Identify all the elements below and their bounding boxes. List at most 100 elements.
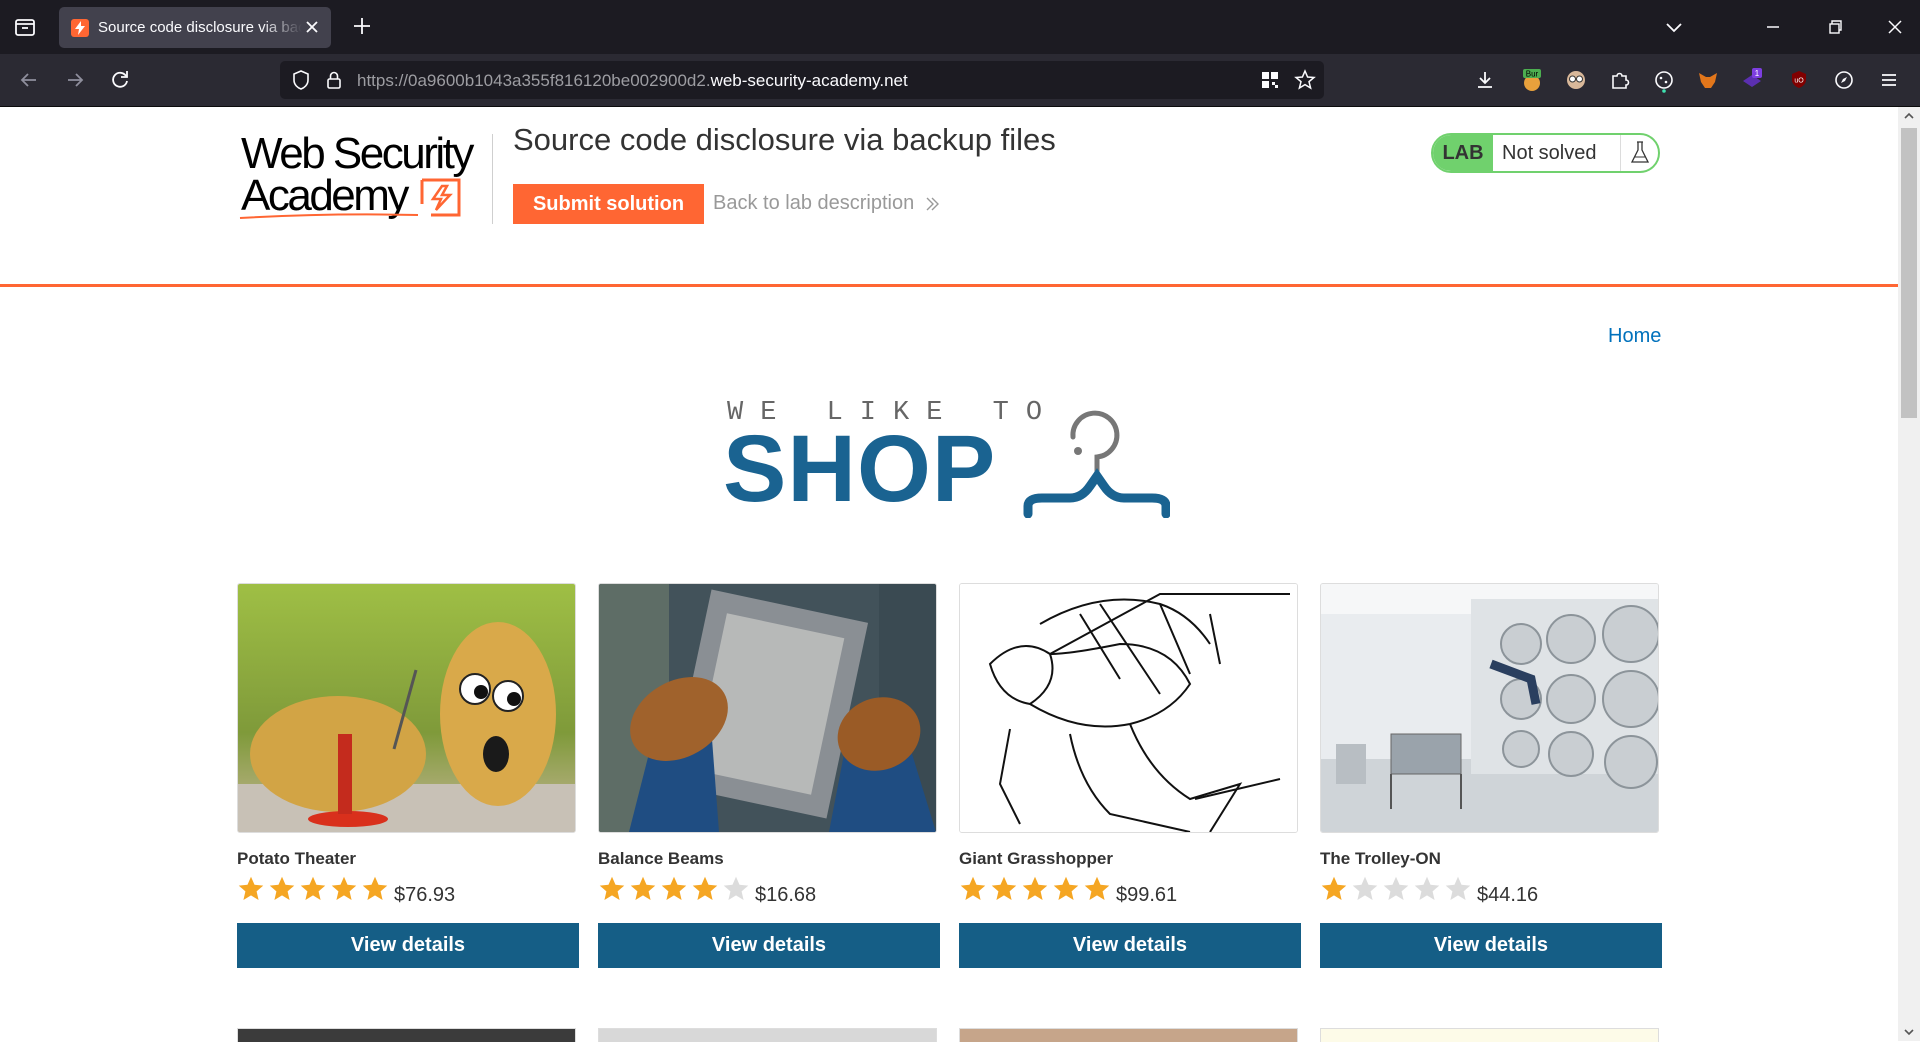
star-filled-icon [237,875,268,903]
product-name: Potato Theater [237,849,357,868]
cookie-extension-icon[interactable] [1651,67,1677,93]
back-arrow-icon[interactable] [16,67,42,93]
qr-code-icon[interactable] [1259,69,1281,91]
url-prefix: https://0a9600b1043a355f816120be002900d2… [357,71,711,90]
browser-tab-bar: Source code disclosure via backup files [0,0,1920,54]
metamask-fox-icon[interactable] [1695,67,1721,93]
view-details-button[interactable]: View details [959,923,1301,968]
list-all-tabs-icon[interactable] [1661,14,1687,40]
banner-title: SHOP [723,416,997,522]
extensions-puzzle-icon[interactable] [1607,67,1633,93]
star-filled-icon [1320,875,1351,903]
view-details-button[interactable]: View details [237,923,579,968]
tab-list-icon[interactable] [12,14,38,40]
product-price: $44.16 [1477,884,1539,906]
star-filled-icon [1021,875,1052,903]
home-link[interactable]: Home [1608,325,1661,348]
star-filled-icon [330,875,361,903]
bookmark-star-icon[interactable] [1294,69,1316,91]
lab-status-badge: LAB Not solved [1431,133,1660,173]
lock-icon[interactable] [323,69,345,91]
lab-title: Source code disclosure via backup files [513,122,1056,157]
browser-tab-active[interactable]: Source code disclosure via backup files [59,7,331,48]
product-name: Giant Grasshopper [959,849,1113,868]
close-window-icon[interactable] [1882,14,1908,40]
product-price: $99.61 [1116,884,1178,906]
product-image-giant-grasshopper [959,583,1298,833]
restore-window-icon[interactable] [1822,14,1848,40]
scroll-down-arrow-icon[interactable] [1903,1026,1915,1038]
shop-banner: WE LIKE TO SHOP [723,398,1175,518]
downloads-icon[interactable] [1472,67,1498,93]
view-details-button[interactable]: View details [598,923,940,968]
burp-extension-icon[interactable]: Bur [1519,67,1545,93]
star-empty-icon [1351,875,1382,903]
star-filled-icon [1083,875,1114,903]
star-filled-icon [598,875,629,903]
product-price: $76.93 [394,884,456,906]
extension-badge-icon[interactable]: 1 [1739,67,1765,93]
product-image-balance-beams [598,583,937,833]
back-link-label: Back to lab description [713,192,915,214]
header-rule [0,284,1898,287]
svg-text:1: 1 [1755,69,1760,78]
product-image-next-row [1320,1028,1659,1042]
star-filled-icon [691,875,722,903]
product-rating [959,875,1114,903]
star-filled-icon [629,875,660,903]
star-empty-icon [1382,875,1413,903]
product-rating [237,875,392,903]
star-filled-icon [990,875,1021,903]
product-image-next-row [237,1028,576,1042]
star-filled-icon [268,875,299,903]
star-filled-icon [299,875,330,903]
star-filled-icon [959,875,990,903]
compass-icon[interactable] [1831,67,1857,93]
submit-solution-button[interactable]: Submit solution [513,184,704,224]
app-menu-icon[interactable] [1876,67,1902,93]
product-image-next-row [598,1028,937,1042]
star-empty-icon [722,875,753,903]
svg-text:Bur: Bur [1526,70,1539,79]
product-name: Balance Beams [598,849,724,868]
star-empty-icon [1413,875,1444,903]
product-name: The Trolley-ON [1320,849,1441,868]
header-divider [492,134,493,224]
star-filled-icon [361,875,392,903]
back-to-lab-description-link[interactable]: Back to lab description [713,192,940,215]
product-price: $16.68 [755,884,817,906]
star-filled-icon [1052,875,1083,903]
reload-icon[interactable] [107,67,133,93]
product-rating [598,875,753,903]
url-text[interactable]: https://0a9600b1043a355f816120be002900d2… [357,71,908,91]
web-security-academy-logo[interactable]: Web Security Academy [238,128,491,224]
forward-arrow-icon[interactable] [62,67,88,93]
minimize-window-icon[interactable] [1760,14,1786,40]
tracking-protection-shield-icon[interactable] [290,69,312,91]
double-chevron-right-icon [926,197,940,210]
flask-icon [1621,135,1658,171]
close-tab-icon[interactable] [303,18,321,36]
view-details-button[interactable]: View details [1320,923,1662,968]
star-empty-icon [1444,875,1475,903]
address-bar[interactable]: https://0a9600b1043a355f816120be002900d2… [280,61,1324,99]
svg-text:uO: uO [1794,78,1804,85]
lab-label: LAB [1433,135,1493,171]
extension-glasses-icon[interactable] [1563,67,1589,93]
scroll-up-arrow-icon[interactable] [1903,110,1915,122]
browser-nav-bar: https://0a9600b1043a355f816120be002900d2… [0,54,1920,107]
product-image-the-trolley-on [1320,583,1659,833]
ublock-origin-icon[interactable]: uO [1786,67,1812,93]
portswigger-favicon-icon [71,18,89,37]
lab-status-text: Not solved [1493,135,1621,171]
url-domain: web-security-academy.net [710,71,908,90]
new-tab-icon[interactable] [350,14,374,38]
product-image-next-row [959,1028,1298,1042]
product-rating [1320,875,1475,903]
tab-title: Source code disclosure via backup files [98,19,302,36]
scrollbar-thumb[interactable] [1901,128,1917,418]
product-image-potato-theater [237,583,576,833]
star-filled-icon [660,875,691,903]
logo-line-2: Academy [241,171,409,220]
clothes-hanger-icon [1023,410,1170,518]
